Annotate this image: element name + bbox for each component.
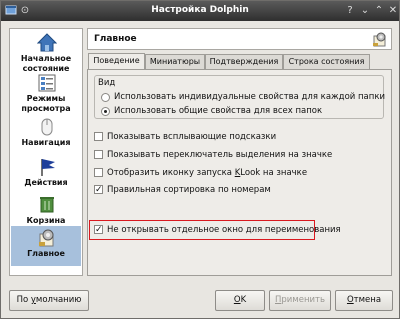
flag-icon — [37, 157, 57, 177]
tab-status-bar[interactable]: Строка состояния — [283, 54, 370, 70]
checkbox[interactable] — [94, 132, 103, 141]
cancel-button[interactable]: Отмена — [335, 290, 393, 311]
mouse-icon — [37, 117, 57, 137]
defaults-button[interactable]: По умолчанию — [9, 290, 89, 311]
settings-icon — [372, 31, 388, 47]
checkbox[interactable] — [94, 168, 103, 177]
apply-button[interactable]: Применить — [269, 290, 331, 311]
sidebar-item-label: Действия — [24, 178, 68, 187]
settings-dialog: ⊙ Настройка Dolphin ? ⌄ ⌃ ✕ Начальное сос… — [0, 0, 400, 319]
sidebar-item-actions[interactable]: Действия — [11, 155, 81, 195]
sidebar-item-label: Корзина — [26, 216, 66, 225]
close-icon[interactable]: ✕ — [386, 4, 400, 18]
sidebar-item-view-modes[interactable]: Режимы просмотра — [11, 71, 81, 119]
radio-button[interactable] — [101, 107, 110, 116]
sidebar-item-general[interactable]: Главное — [11, 226, 81, 266]
tab-confirmations[interactable]: Подтверждения — [205, 54, 283, 70]
sidebar-item-navigation[interactable]: Навигация — [11, 115, 81, 155]
settings-sidebar: Начальное состояние Режимы просмотра Навиг… — [9, 28, 83, 276]
sidebar-item-label: Навигация — [21, 138, 71, 147]
page-title: Главное — [94, 34, 137, 44]
sidebar-item-label: Главное — [27, 249, 65, 258]
minimize-icon[interactable]: ⌄ — [358, 4, 372, 18]
sidebar-item-label: Режимы просмотра — [21, 94, 71, 113]
help-icon[interactable]: ? — [343, 4, 357, 18]
view-group: Вид Использовать индивидуальные свойства… — [94, 75, 385, 119]
home-icon — [36, 33, 58, 53]
checkbox-checked[interactable]: ✓ — [94, 225, 103, 235]
view-modes-icon — [37, 73, 57, 93]
window-title: Настройка Dolphin — [151, 5, 249, 15]
page-header: Главное — [87, 28, 392, 50]
tab-bar: Поведение Миниатюры Подтверждения Строка… — [87, 53, 392, 70]
checkbox-checked[interactable]: ✓ — [94, 185, 103, 195]
tab-thumbnails[interactable]: Миниатюры — [145, 54, 205, 70]
radio-button[interactable] — [101, 93, 110, 102]
general-settings-icon — [37, 228, 57, 248]
checkbox[interactable] — [94, 150, 103, 159]
maximize-icon[interactable]: ⌃ — [372, 4, 386, 18]
tab-behavior[interactable]: Поведение — [88, 53, 145, 70]
ok-button[interactable]: OK — [215, 290, 265, 311]
settings-content: Главное Поведение Миниатюры Подтверждени… — [87, 28, 392, 276]
view-group-title: Вид — [98, 78, 116, 88]
title-bar[interactable]: ⊙ Настройка Dolphin ? ⌄ ⌃ ✕ — [1, 1, 399, 21]
behavior-panel: Вид Использовать индивидуальные свойства… — [87, 69, 392, 276]
trash-icon — [37, 195, 57, 215]
